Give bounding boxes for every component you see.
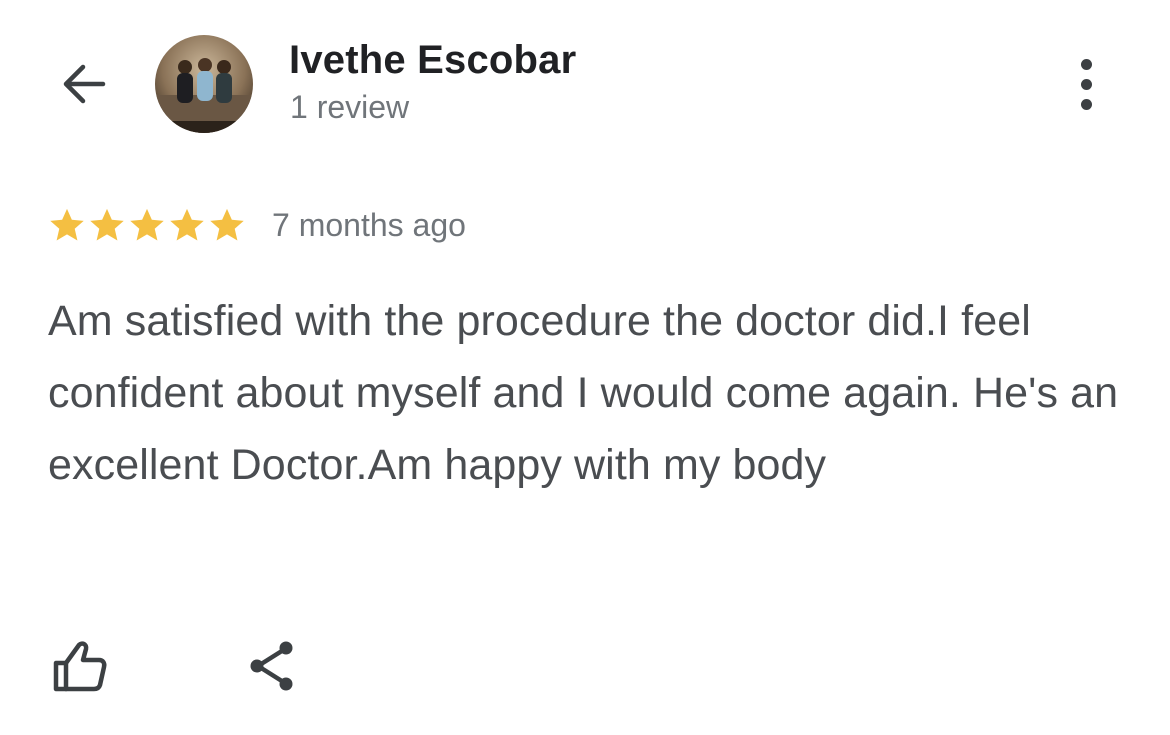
star-icon [50,208,84,241]
thumbs-up-icon [53,641,107,692]
share-button[interactable] [236,630,308,702]
arrow-left-icon [63,64,106,104]
more-vertical-icon-dot [1080,98,1092,110]
more-options-button[interactable] [1060,52,1112,116]
star-icon [210,208,244,241]
more-vertical-icon-dot [1080,78,1092,90]
review-text: Am satisfied with the procedure the doct… [48,297,1119,489]
more-vertical-icon [1080,58,1092,70]
review-count[interactable]: 1 review [290,89,409,126]
rating-row: 7 months ago [48,203,466,247]
star-icon [170,208,204,241]
like-button[interactable] [44,630,116,702]
back-button[interactable] [52,52,116,116]
avatar[interactable] [155,35,253,133]
share-icon [250,641,293,691]
star-icon [130,208,164,241]
reviewer-name[interactable]: Ivethe Escobar [289,38,576,83]
star-icon [90,208,124,241]
avatar-photo [155,35,253,133]
review-date: 7 months ago [272,206,466,243]
star-rating [48,206,246,244]
